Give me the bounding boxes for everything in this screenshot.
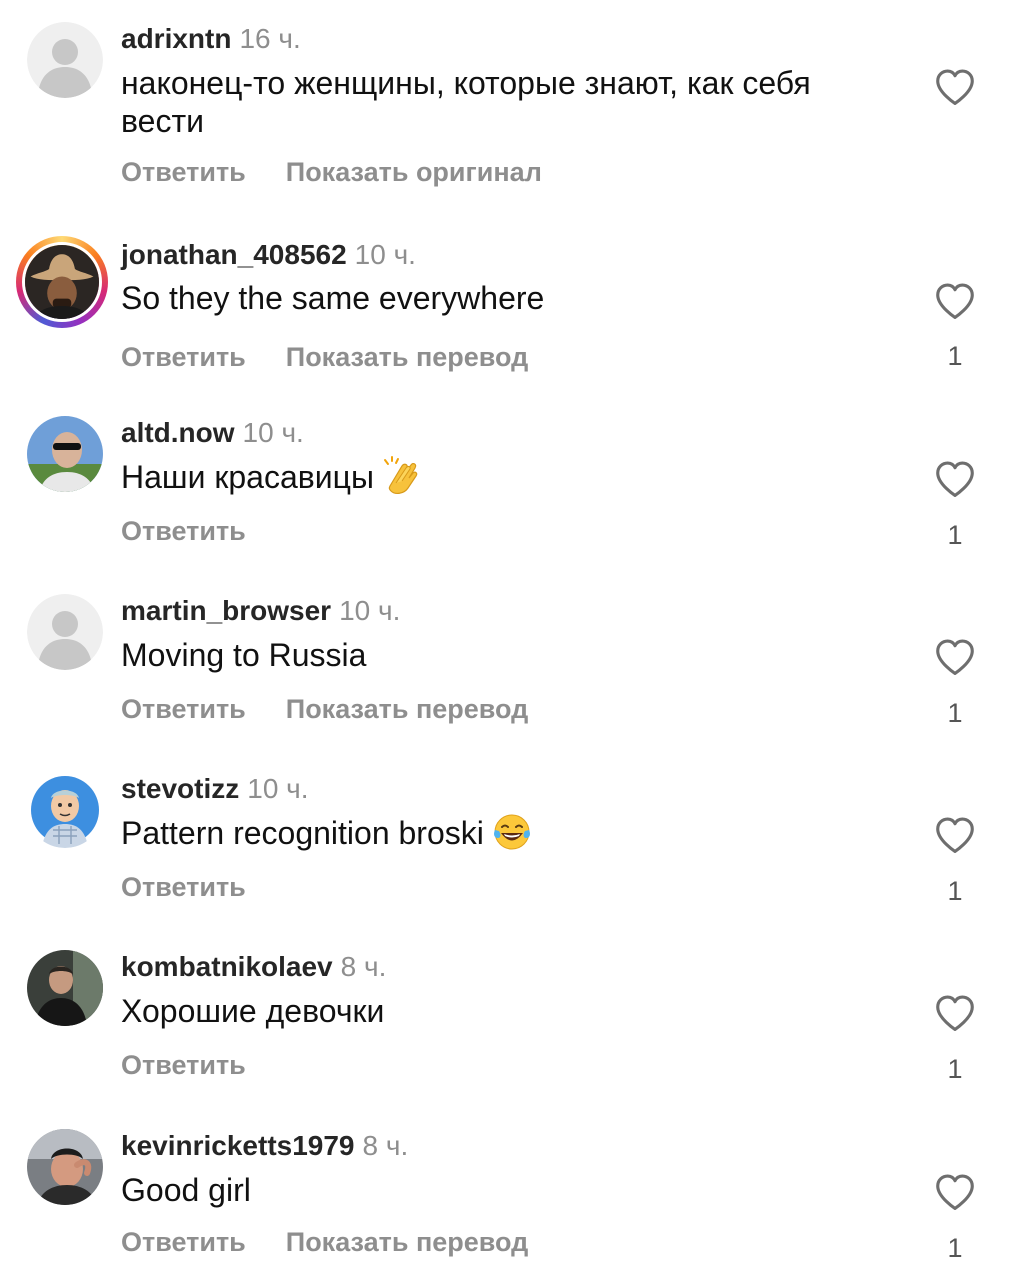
heart-outline-icon[interactable] <box>934 1173 976 1211</box>
username[interactable]: stevotizz <box>121 773 239 804</box>
username[interactable]: altd.now <box>121 417 235 448</box>
timestamp: 10 ч. <box>339 595 401 626</box>
show-translation-button[interactable]: Показать перевод <box>286 342 529 372</box>
comment-text-content: Наши красавицы <box>121 459 374 495</box>
show-original-button[interactable]: Показать оригинал <box>286 157 542 187</box>
reply-button[interactable]: Ответить <box>121 157 246 187</box>
comment-header: kevinricketts1979 8 ч. <box>121 1129 408 1163</box>
comment-text: Moving to Russia <box>121 637 367 673</box>
timestamp: 10 ч. <box>242 417 304 448</box>
heart-outline-icon[interactable] <box>934 460 976 498</box>
avatar[interactable] <box>27 416 103 492</box>
comment-header: kombatnikolaev 8 ч. <box>121 950 386 984</box>
comment-text: So they the same everywhere <box>121 280 545 316</box>
like-count: 1 <box>947 520 963 550</box>
like-count: 1 <box>947 1233 963 1263</box>
username[interactable]: kombatnikolaev <box>121 951 333 982</box>
comment-actions: Ответить Показать перевод <box>121 342 528 373</box>
comment-header: adrixntn 16 ч. <box>121 22 301 56</box>
username[interactable]: kevinricketts1979 <box>121 1130 355 1161</box>
reply-button[interactable]: Ответить <box>121 694 246 724</box>
reply-button[interactable]: Ответить <box>121 1227 246 1257</box>
timestamp: 8 ч. <box>362 1130 409 1161</box>
comment-actions: Ответить <box>121 1050 246 1081</box>
username[interactable]: jonathan_408562 <box>121 239 347 270</box>
comment-text: Хорошие девочки <box>121 993 385 1029</box>
comment-actions: Ответить <box>121 872 246 903</box>
cartoon-avatar <box>27 772 103 848</box>
heart-outline-icon[interactable] <box>934 994 976 1032</box>
user-photo-avatar <box>27 950 103 1026</box>
heart-outline-icon[interactable] <box>934 816 976 854</box>
avatar[interactable] <box>27 772 103 848</box>
clapping-hands-emoji <box>382 455 422 496</box>
comment-header: altd.now 10 ч. <box>121 416 304 450</box>
avatar[interactable] <box>27 594 103 670</box>
comment-text: Good girl <box>121 1172 251 1208</box>
reply-button[interactable]: Ответить <box>121 872 246 902</box>
comment-header: stevotizz 10 ч. <box>121 772 309 806</box>
reply-button[interactable]: Ответить <box>121 342 246 372</box>
comment-actions: Ответить Показать перевод <box>121 1227 528 1258</box>
like-count: 1 <box>947 876 963 906</box>
tears-of-joy-emoji <box>492 812 532 852</box>
like-count: 1 <box>947 341 963 371</box>
default-avatar-icon <box>27 22 103 98</box>
comment-actions: Ответить Показать перевод <box>121 694 528 725</box>
reply-button[interactable]: Ответить <box>121 1050 246 1080</box>
timestamp: 10 ч. <box>354 239 416 270</box>
show-translation-button[interactable]: Показать перевод <box>286 1227 529 1257</box>
heart-outline-icon[interactable] <box>934 638 976 676</box>
comment-header: jonathan_408562 10 ч. <box>121 238 416 272</box>
username[interactable]: martin_browser <box>121 595 331 626</box>
avatar[interactable] <box>27 1129 103 1205</box>
comment-actions: Ответить <box>121 516 246 547</box>
username[interactable]: adrixntn <box>121 23 231 54</box>
comment-text: Наши красавицы <box>121 455 901 500</box>
comment-actions: Ответить Показать оригинал <box>121 157 542 188</box>
user-photo-avatar <box>27 416 103 492</box>
user-photo-avatar <box>22 242 102 322</box>
timestamp: 10 ч. <box>247 773 309 804</box>
user-photo-avatar <box>27 1129 103 1205</box>
default-avatar-icon <box>27 594 103 670</box>
comment-header: martin_browser 10 ч. <box>121 594 400 628</box>
reply-button[interactable]: Ответить <box>121 516 246 546</box>
like-count: 1 <box>947 698 963 728</box>
comment-text-content: Pattern recognition broski <box>121 815 484 851</box>
show-translation-button[interactable]: Показать перевод <box>286 694 529 724</box>
heart-outline-icon[interactable] <box>934 282 976 320</box>
timestamp: 8 ч. <box>340 951 387 982</box>
heart-outline-icon[interactable] <box>934 68 976 106</box>
avatar[interactable] <box>27 22 103 98</box>
timestamp: 16 ч. <box>239 23 301 54</box>
avatar[interactable] <box>27 950 103 1026</box>
comment-text: Pattern recognition broski <box>121 814 901 856</box>
like-count: 1 <box>947 1054 963 1084</box>
comment-text: наконец-то женщины, которые знают, как с… <box>121 65 811 139</box>
avatar[interactable] <box>16 236 108 328</box>
